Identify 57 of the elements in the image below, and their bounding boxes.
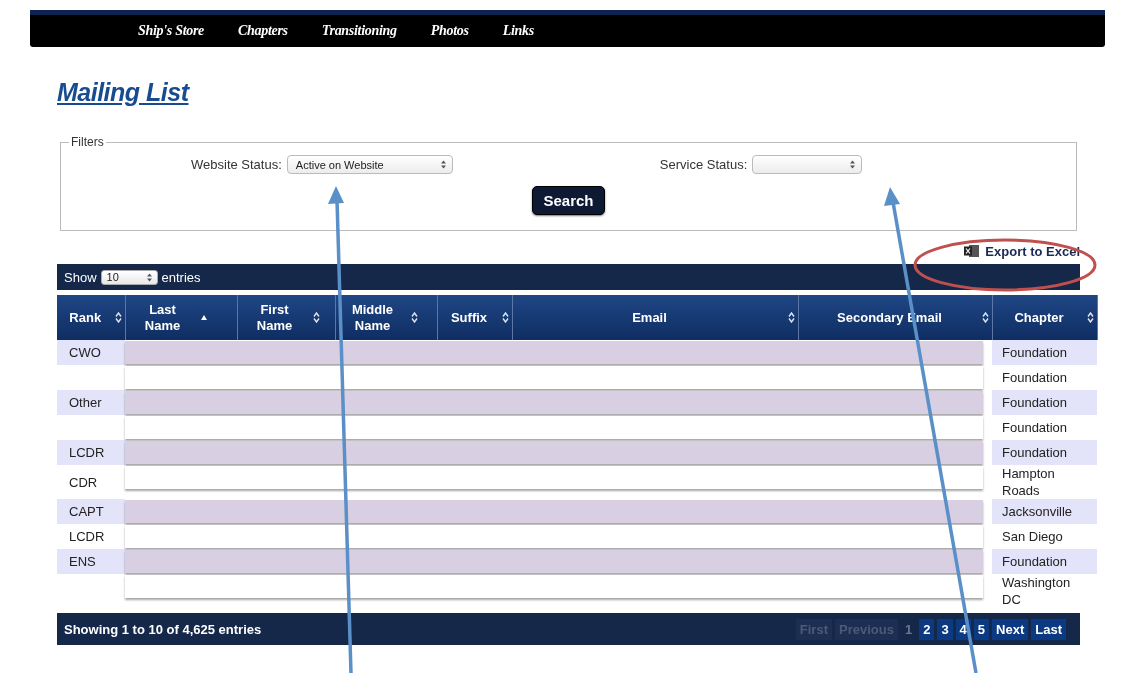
table-cell: Other [69,395,102,410]
column-header[interactable]: Rank [57,295,125,340]
table-cell: San Diego [1002,529,1063,544]
entries-info: Showing 1 to 10 of 4,625 entries [64,621,262,637]
nav-link[interactable]: Ship's Store [138,23,205,39]
nav-link[interactable]: Transitioning [321,23,397,39]
table-cell: LCDR [69,445,105,460]
sort-icon [981,312,989,323]
sort-icon [410,312,418,323]
table-cell: Hampton Roads [1002,466,1055,498]
pagination-button[interactable]: 3 [937,618,953,640]
sort-icon [114,312,122,323]
sort-icon [787,312,795,323]
pagination-button[interactable]: 2 [919,618,935,640]
table-cell: Jacksonville [1002,504,1073,519]
sort-icon [1086,312,1094,323]
pagination-button[interactable]: Last [1031,618,1066,640]
sort-icon [501,312,509,323]
filter-label: Service Status: [659,157,748,172]
column-header[interactable]: Email [512,295,798,340]
column-header[interactable]: Suffix [437,295,512,340]
table-cell: Foundation [1002,345,1068,360]
table-cell: Washington DC [1002,575,1071,607]
updown-icon [146,272,152,282]
table-cell: Foundation [1002,395,1068,410]
table-cell: LCDR [69,529,105,544]
pagination-button[interactable]: Next [992,618,1029,640]
table-cell: CAPT [69,504,104,519]
column-header[interactable]: First Name [237,295,335,340]
sort-ascending-icon [200,315,207,320]
sort-icon [312,312,320,323]
table-cell: Foundation [1002,445,1068,460]
spreadsheet-icon [964,244,981,258]
nav-link[interactable]: Chapters [238,23,288,39]
search-button[interactable]: Search [532,186,605,215]
nav-link[interactable]: Links [502,23,534,39]
table-cell: CDR [69,474,98,490]
column-header[interactable]: Last Name [125,295,237,340]
updown-icon [440,160,446,169]
entries-dropdown[interactable]: 10 [100,269,158,285]
entries-label: entries [161,269,201,285]
table-cell: Foundation [1002,420,1068,435]
filter-label: Website Status: [191,157,282,172]
column-header[interactable]: Middle Name [335,295,437,340]
page-title: Mailing List [57,78,191,107]
table-cell: ENS [69,554,96,569]
column-header[interactable]: Chapter [992,295,1097,340]
show-label: Show [64,269,97,285]
pagination-button[interactable]: 5 [973,618,990,640]
table-cell: CWO [69,345,101,360]
dropdown[interactable] [752,155,863,174]
table-cell: Foundation [1002,370,1068,385]
table-cell: Foundation [1002,554,1068,569]
nav-link[interactable]: Photos [430,23,469,39]
dropdown[interactable]: Active on Website [286,155,453,174]
updown-icon [850,160,856,169]
filters-legend: Filters [69,135,106,149]
